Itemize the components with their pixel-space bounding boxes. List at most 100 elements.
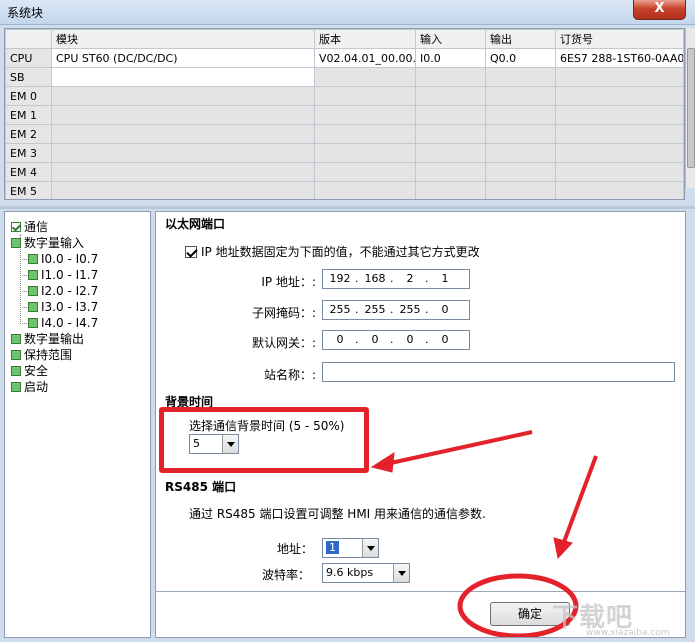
tree-item-label: I1.0 - I1.7 — [41, 268, 99, 282]
annotation-arrowhead — [553, 537, 573, 560]
tree-item-label: 数字量输出 — [24, 332, 85, 346]
checkmark-icon — [11, 222, 21, 232]
table-row[interactable]: EM 2 — [5, 124, 684, 144]
cell-module[interactable] — [51, 105, 315, 125]
tree-item-label: I0.0 - I0.7 — [41, 252, 99, 266]
annotation-arrow-line — [385, 430, 533, 466]
table-row[interactable]: CPU CPU ST60 (DC/DC/DC) V02.04.01_00.00.… — [5, 48, 684, 68]
cell-output — [485, 143, 556, 163]
grid-header-input[interactable]: 输入 — [415, 29, 486, 49]
green-square-icon — [28, 270, 38, 280]
tree-item-i3[interactable]: I3.0 - I3.7 — [28, 299, 98, 315]
table-row[interactable]: EM 4 — [5, 162, 684, 182]
cell-order — [555, 143, 684, 163]
cell-version — [314, 143, 416, 163]
cell-version — [314, 86, 416, 106]
table-row[interactable]: EM 1 — [5, 105, 684, 125]
tree-item-i0[interactable]: I0.0 - I0.7 — [28, 251, 98, 267]
grid-header-row: 模块 版本 输入 输出 订货号 — [5, 29, 684, 49]
tree-item-comm[interactable]: 通信 — [11, 219, 48, 235]
row-slot: EM 1 — [5, 105, 52, 125]
row-slot: SB — [5, 67, 52, 87]
green-square-icon — [28, 318, 38, 328]
tree-item-security[interactable]: 安全 — [11, 363, 48, 379]
cell-module[interactable] — [51, 181, 315, 199]
cell-order — [555, 67, 684, 87]
grid-header-slot — [5, 29, 52, 49]
cell-input — [415, 181, 486, 199]
cell-order — [555, 181, 684, 199]
tree-item-label: I2.0 - I2.7 — [41, 284, 99, 298]
green-square-icon — [11, 350, 21, 360]
row-slot: EM 4 — [5, 162, 52, 182]
cell-module[interactable] — [51, 143, 315, 163]
cell-module[interactable] — [51, 124, 315, 144]
annotation-arrow-line — [562, 455, 598, 543]
grid-header-version[interactable]: 版本 — [314, 29, 416, 49]
cell-version: V02.04.01_00.00... — [314, 48, 416, 68]
table-row[interactable]: EM 3 — [5, 143, 684, 163]
grid-header-module[interactable]: 模块 — [51, 29, 315, 49]
cell-version — [314, 162, 416, 182]
tree-connector — [20, 291, 27, 292]
tree-item-label: I4.0 - I4.7 — [41, 316, 99, 330]
cell-version — [314, 105, 416, 125]
close-button[interactable]: X — [633, 0, 686, 20]
tree-item-label: I3.0 - I3.7 — [41, 300, 99, 314]
cell-order — [555, 162, 684, 182]
tree-item-i2[interactable]: I2.0 - I2.7 — [28, 283, 98, 299]
splitter[interactable] — [0, 206, 695, 209]
cell-input — [415, 143, 486, 163]
tree-item-i4[interactable]: I4.0 - I4.7 — [28, 315, 98, 331]
tree-item-label: 启动 — [24, 380, 49, 394]
cell-input — [415, 124, 486, 144]
cell-output: Q0.0 — [485, 48, 556, 68]
table-row[interactable]: SB — [5, 67, 684, 87]
tree-connector — [20, 323, 27, 324]
scrollbar-thumb[interactable] — [687, 48, 695, 168]
cell-output — [485, 162, 556, 182]
cell-version — [314, 181, 416, 199]
grid-scrollbar[interactable] — [685, 28, 695, 188]
cell-output — [485, 181, 556, 199]
cell-output — [485, 124, 556, 144]
title-bar: 系统块 X — [0, 0, 695, 25]
cell-module[interactable] — [51, 67, 315, 87]
cell-order — [555, 105, 684, 125]
table-row[interactable]: EM 0 — [5, 86, 684, 106]
tree-item-digital-output[interactable]: 数字量输出 — [11, 331, 84, 347]
cell-module[interactable] — [51, 162, 315, 182]
cell-output — [485, 67, 556, 87]
cell-version — [314, 124, 416, 144]
tree-item-digital-input[interactable]: 数字量输入 — [11, 235, 84, 251]
green-square-icon — [11, 238, 21, 248]
cell-output — [485, 105, 556, 125]
tree-item-startup[interactable]: 启动 — [11, 379, 48, 395]
tree-item-retentive[interactable]: 保持范围 — [11, 347, 72, 363]
cell-input: I0.0 — [415, 48, 486, 68]
green-square-icon — [28, 254, 38, 264]
grid-header-order[interactable]: 订货号 — [555, 29, 684, 49]
cell-order: 6ES7 288-1ST60-0AA0 — [555, 48, 684, 68]
table-row[interactable]: EM 5 — [5, 181, 684, 199]
green-square-icon — [11, 366, 21, 376]
cell-input — [415, 162, 486, 182]
cell-module[interactable] — [51, 86, 315, 106]
tree-item-i1[interactable]: I1.0 - I1.7 — [28, 267, 98, 283]
cell-module[interactable]: CPU ST60 (DC/DC/DC) — [51, 48, 315, 68]
settings-panel: 以太网端口 IP 地址数据固定为下面的值，不能通过其它方式更改 IP 地址：: … — [155, 211, 686, 638]
tree-connector — [20, 307, 27, 308]
cell-input — [415, 105, 486, 125]
grid-header-output[interactable]: 输出 — [485, 29, 556, 49]
watermark-url: www.xiazaiba.com — [586, 628, 670, 638]
row-slot: EM 3 — [5, 143, 52, 163]
green-square-icon — [11, 334, 21, 344]
tree-item-label: 数字量输入 — [24, 236, 85, 250]
close-icon: X — [654, 1, 665, 16]
tree-connector — [20, 275, 27, 276]
module-grid: 模块 版本 输入 输出 订货号 CPU CPU ST60 (DC/DC/DC) … — [4, 28, 685, 200]
cell-order — [555, 86, 684, 106]
tree-connector — [20, 259, 27, 260]
green-square-icon — [11, 382, 21, 392]
row-slot: EM 0 — [5, 86, 52, 106]
